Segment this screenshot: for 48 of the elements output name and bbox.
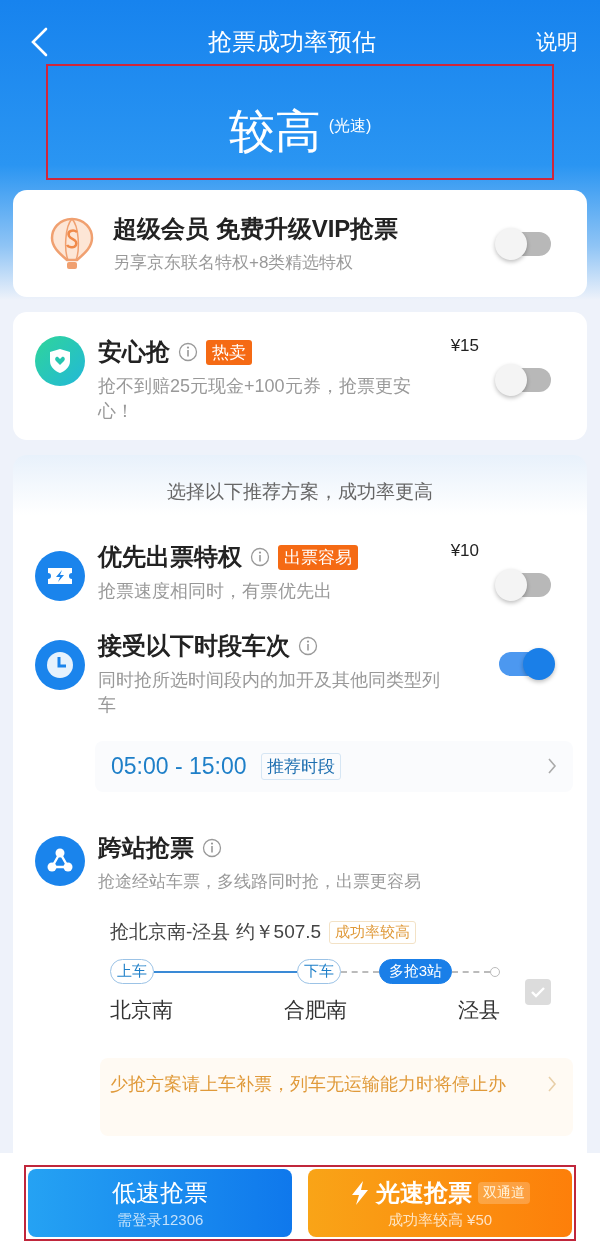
ticket-icon	[35, 551, 85, 601]
mode-label: (光速)	[328, 116, 372, 136]
vip-title: 超级会员 免费升级VIP抢票	[113, 213, 400, 244]
slow-grab-button[interactable]: 低速抢票 需登录12306	[28, 1169, 292, 1237]
stop-pill: 上车	[110, 959, 154, 985]
page-title: 抢票成功率预估	[208, 27, 376, 57]
station-name: 泾县	[458, 997, 500, 1024]
easy-badge: 出票容易	[278, 544, 358, 570]
balloon-icon	[49, 215, 95, 272]
notice-text: 少抢方案请上车补票，列车无运输能力时将停止办	[110, 1073, 506, 1097]
clock-icon	[35, 640, 85, 691]
checkmark-icon	[530, 985, 546, 998]
option-title: 安心抢	[98, 337, 170, 367]
chevron-right-icon	[547, 1075, 557, 1094]
station-name: 北京南	[110, 997, 173, 1024]
option-title: 优先出票特权	[98, 542, 242, 572]
time-range: 05:00 - 15:00	[111, 752, 247, 780]
option-description: 抢票速度相同时，有票优先出	[98, 580, 333, 603]
dual-channel-tag: 双通道	[478, 1181, 530, 1204]
info-icon[interactable]	[250, 547, 270, 567]
option-title: 跨站抢票	[98, 832, 194, 863]
station-name: 合肥南	[284, 997, 347, 1024]
info-icon[interactable]	[178, 342, 198, 362]
success-tag: 成功率较高	[329, 920, 417, 944]
option-description: 抢途经站车票，多线路同时抢，出票更容易	[98, 870, 422, 893]
network-icon	[35, 835, 85, 886]
option-title: 接受以下时段车次	[98, 631, 290, 662]
stop-pill: 下车	[296, 959, 341, 985]
help-link[interactable]: 说明	[536, 28, 578, 56]
success-rate-value: 较高	[228, 104, 321, 159]
hot-badge: 热卖	[206, 339, 252, 365]
lightning-icon	[350, 1179, 370, 1206]
info-icon[interactable]	[298, 636, 318, 657]
vip-subtitle: 另享京东联名特权+8类精选特权	[113, 251, 355, 274]
info-icon[interactable]	[202, 837, 222, 858]
price-label: ¥15	[450, 336, 479, 356]
fast-grab-button[interactable]: 光速抢票 双通道 成功率较高 ¥50	[308, 1169, 572, 1237]
option-description: 抢不到赔25元现金+100元券，抢票更安心！	[98, 375, 412, 424]
back-icon[interactable]	[30, 27, 48, 57]
option-description: 同时抢所选时间段内的加开及其他同类型列车	[98, 669, 441, 718]
stop-pill: 多抢3站	[378, 959, 452, 985]
chevron-right-icon	[547, 757, 557, 776]
route-fare: 抢北京南-泾县 约￥507.5	[110, 920, 322, 945]
recommended-tag: 推荐时段	[260, 752, 341, 780]
price-label: ¥10	[450, 541, 479, 561]
shield-icon	[35, 336, 85, 386]
time-range-row[interactable]: 05:00 - 15:00 推荐时段	[95, 740, 573, 792]
recommend-heading: 选择以下推荐方案，成功率更高	[167, 480, 433, 504]
